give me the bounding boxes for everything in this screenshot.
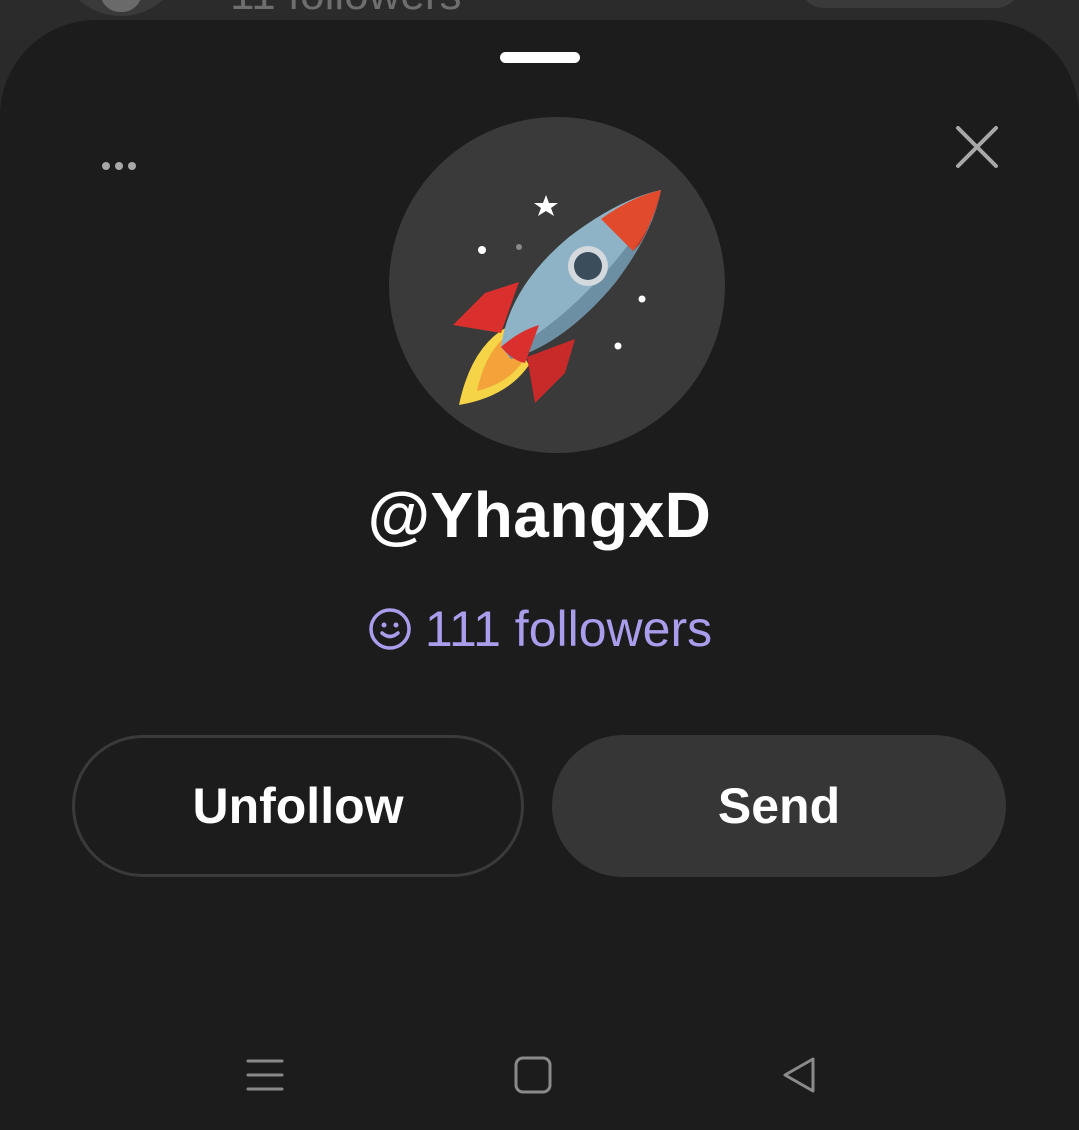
background-pill-button: [800, 0, 1020, 8]
recents-button[interactable]: [230, 1040, 300, 1110]
more-horizontal-icon: [102, 162, 136, 170]
send-button-label: Send: [717, 778, 841, 834]
smiley-face-icon: [369, 608, 411, 650]
unfollow-button[interactable]: Unfollow: [72, 735, 524, 877]
more-options-button[interactable]: [92, 144, 148, 188]
send-button[interactable]: Send: [552, 735, 1006, 877]
close-button[interactable]: [950, 120, 1004, 174]
back-button[interactable]: [764, 1040, 834, 1110]
rocket-icon: [453, 190, 661, 405]
square-home-icon: [514, 1056, 552, 1094]
background-followers-text: 11 followers: [230, 0, 462, 20]
avatar: [389, 117, 725, 453]
followers-count-link[interactable]: 111 followers: [0, 600, 1079, 658]
unfollow-button-label: Unfollow: [192, 778, 404, 834]
drag-handle[interactable]: [500, 52, 580, 63]
close-icon: [956, 126, 998, 168]
username: @YhangxD: [367, 479, 712, 551]
menu-lines-icon: [246, 1059, 284, 1091]
home-button[interactable]: [498, 1040, 568, 1110]
system-navigation-bar: [0, 1020, 1079, 1130]
followers-count-text: 111 followers: [424, 601, 713, 657]
profile-bottom-sheet: @YhangxD 111 followers Unfollow Send: [0, 20, 1079, 1130]
triangle-back-icon: [783, 1057, 815, 1093]
